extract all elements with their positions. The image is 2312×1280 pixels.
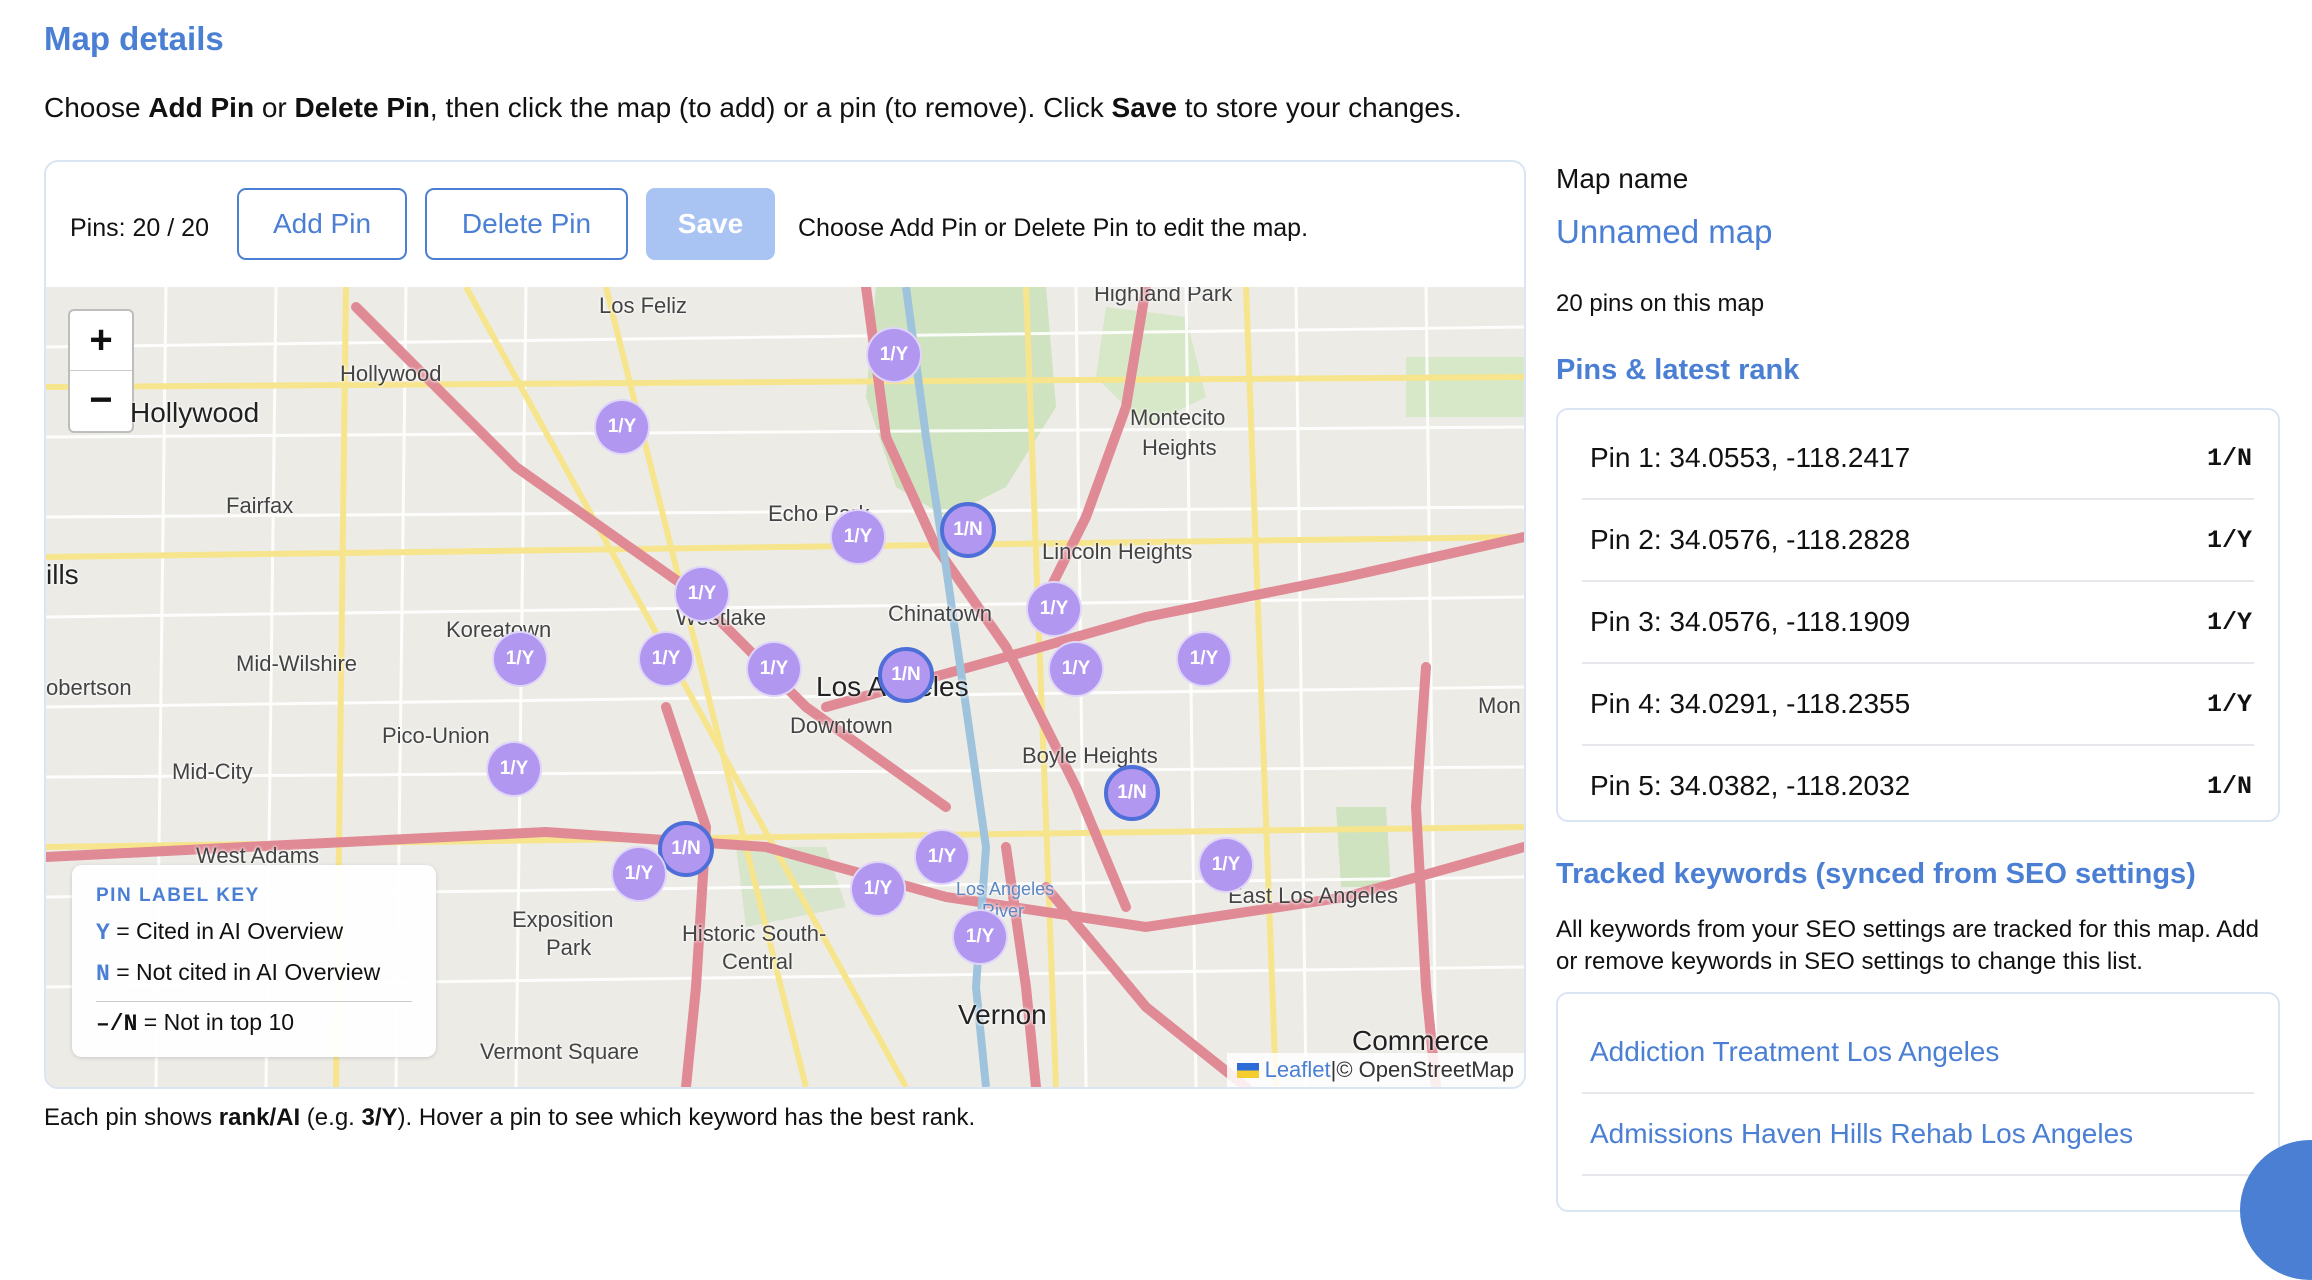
map-pin[interactable]: 1/Y: [952, 909, 1008, 965]
add-pin-button[interactable]: Add Pin: [237, 188, 407, 260]
map-pin[interactable]: 1/Y: [830, 509, 886, 565]
pin-list-item[interactable]: Pin 5: 34.0382, -118.2032 1/N: [1582, 746, 2254, 820]
place-label: Downtown: [790, 713, 893, 738]
pin-count-text: 20 pins on this map: [1556, 290, 1765, 317]
map-pin[interactable]: 1/N: [940, 502, 996, 558]
place-label: Vermont Square: [480, 1039, 639, 1064]
place-label: Central: [722, 949, 793, 974]
zoom-out-button[interactable]: −: [70, 371, 132, 430]
keyword-item[interactable]: Admissions Haven Hills Rehab Los Angeles: [1582, 1094, 2254, 1176]
place-label: Hollywood: [130, 397, 260, 428]
zoom-in-button[interactable]: +: [70, 311, 132, 371]
keywords-description: All keywords from your SEO settings are …: [1556, 916, 2259, 975]
pins-count: Pins: 20 / 20: [70, 214, 209, 242]
legend-row-not-top10: –/N = Not in top 10: [96, 1009, 295, 1037]
map-pin[interactable]: 1/Y: [850, 861, 906, 917]
keywords-list: Addiction Treatment Los Angeles Admissio…: [1556, 992, 2280, 1212]
legend-row-n: N = Not cited in AI Overview: [96, 959, 381, 987]
pin-label-key: PIN LABEL KEY Y = Cited in AI Overview N…: [72, 865, 436, 1057]
map-footnote: Each pin shows rank/AI (e.g. 3/Y). Hover…: [44, 1104, 976, 1131]
place-label: Highland Park: [1094, 287, 1233, 306]
delete-pin-button[interactable]: Delete Pin: [425, 188, 628, 260]
map-name[interactable]: Unnamed map: [1556, 213, 1772, 251]
map-pin[interactable]: 1/N: [878, 647, 934, 703]
place-label: Historic South-: [682, 921, 827, 946]
place-label: Los Feliz: [599, 293, 688, 318]
place-label: ills: [46, 559, 79, 590]
map-attribution: Leaflet | © OpenStreetMap: [1226, 1053, 1524, 1087]
page-title: Map details: [44, 20, 224, 57]
place-label: Fairfax: [226, 493, 294, 518]
map-pin[interactable]: 1/Y: [1026, 581, 1082, 637]
map-pin[interactable]: 1/Y: [746, 641, 802, 697]
save-button[interactable]: Save: [646, 188, 775, 260]
place-label: Los Angeles: [956, 879, 1055, 899]
map-pin[interactable]: 1/Y: [1048, 641, 1104, 697]
map-pin[interactable]: 1/Y: [486, 741, 542, 797]
pin-list-item[interactable]: Pin 4: 34.0291, -118.2355 1/Y: [1582, 664, 2254, 746]
map-pin[interactable]: 1/Y: [594, 399, 650, 455]
ukraine-flag-icon: [1236, 1062, 1259, 1078]
map-toolbar: Pins: 20 / 20 Add Pin Delete Pin Save Ch…: [46, 162, 1524, 287]
pin-list-item[interactable]: Pin 1: 34.0553, -118.2417 1/N: [1582, 418, 2254, 500]
place-label: Mid-Wilshire: [236, 651, 357, 676]
place-label: Exposition: [512, 907, 614, 932]
instructions: Choose Add Pin or Delete Pin, then click…: [44, 92, 1462, 123]
place-label: Chinatown: [888, 601, 992, 626]
map-pin[interactable]: 1/Y: [492, 631, 548, 687]
toolbar-hint: Choose Add Pin or Delete Pin to edit the…: [798, 214, 1309, 242]
keyword-item[interactable]: Addiction Treatment Los Angeles: [1582, 1012, 2254, 1094]
pin-list-item[interactable]: Pin 2: 34.0576, -118.2828 1/Y: [1582, 500, 2254, 582]
map-pin[interactable]: 1/Y: [1176, 631, 1232, 687]
place-label: East Los Angeles: [1228, 883, 1399, 908]
legend-row-y: Y = Cited in AI Overview: [96, 918, 344, 946]
place-label: Hollywood: [340, 361, 442, 386]
map-pin[interactable]: 1/Y: [866, 327, 922, 383]
place-label: Lincoln Heights: [1042, 539, 1193, 564]
osm-attribution: © OpenStreetMap: [1336, 1057, 1514, 1082]
pins-heading: Pins & latest rank: [1556, 354, 1800, 386]
place-label: Heights: [1142, 435, 1217, 460]
map-pin[interactable]: 1/Y: [611, 846, 667, 902]
keywords-heading: Tracked keywords (synced from SEO settin…: [1556, 858, 2196, 890]
map-pin[interactable]: 1/Y: [914, 829, 970, 885]
place-label: Park: [546, 935, 592, 960]
place-label: Montecito: [1130, 405, 1226, 430]
legend-divider: [96, 1001, 412, 1002]
map-pin[interactable]: 1/N: [1104, 765, 1160, 821]
map-name-label: Map name: [1556, 163, 1689, 194]
pins-list[interactable]: Pin 1: 34.0553, -118.2417 1/N Pin 2: 34.0…: [1556, 408, 2280, 822]
place-label: Mon: [1478, 693, 1521, 718]
map-pin[interactable]: 1/Y: [674, 566, 730, 622]
pin-list-item[interactable]: Pin 3: 34.0576, -118.1909 1/Y: [1582, 582, 2254, 664]
map-canvas[interactable]: + − Los Feliz Highland Park Hollywood Ho…: [46, 287, 1524, 1087]
map-pin[interactable]: 1/Y: [638, 631, 694, 687]
place-label: obertson: [46, 675, 132, 700]
leaflet-link[interactable]: Leaflet: [1265, 1057, 1331, 1083]
place-label: Pico-Union: [382, 723, 490, 748]
zoom-control: + −: [68, 309, 134, 433]
map-card: Pins: 20 / 20 Add Pin Delete Pin Save Ch…: [44, 160, 1526, 1089]
place-label: Vernon: [958, 999, 1047, 1030]
map-pin[interactable]: 1/Y: [1198, 837, 1254, 893]
legend-title: PIN LABEL KEY: [96, 885, 260, 906]
place-label: Mid-City: [172, 759, 253, 784]
